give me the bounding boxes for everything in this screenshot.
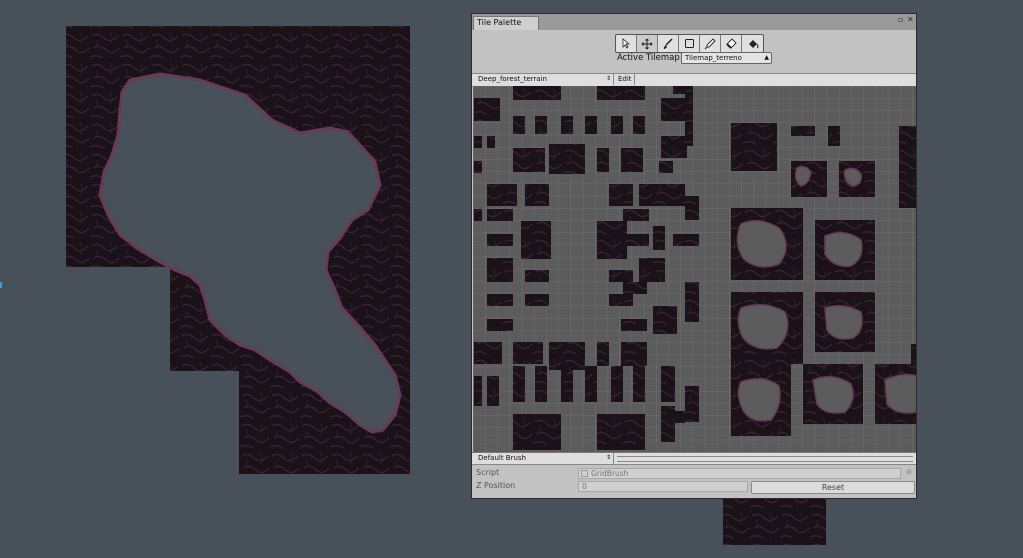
eraser-icon[interactable] — [721, 35, 742, 52]
maximize-icon[interactable]: ▫ — [898, 15, 903, 24]
brush-dropdown[interactable]: Default Brush ⇕ — [473, 453, 614, 464]
window-tab[interactable]: Tile Palette — [473, 16, 539, 30]
palette-name: Deep_forest_terrain — [478, 75, 547, 83]
tile-grid[interactable] — [473, 86, 916, 452]
dropdown-arrow-icon: ▲ — [764, 54, 769, 61]
title-bar: Tile Palette ▫ ✕ — [472, 14, 916, 30]
script-field[interactable]: GridBrush — [578, 468, 901, 479]
select-tool-icon[interactable] — [616, 35, 637, 52]
dropdown-arrow-icon: ⇕ — [605, 454, 611, 461]
paint-brush-icon[interactable] — [658, 35, 679, 52]
flood-fill-icon[interactable] — [742, 35, 763, 52]
active-tilemap-row: Active Tilemap Tilemap_terreno ▲ — [472, 52, 916, 66]
window-title: Tile Palette — [477, 18, 522, 27]
z-position-label: Z Position — [476, 481, 516, 490]
scene-marker — [0, 282, 2, 288]
tile-palette-window[interactable]: Tile Palette ▫ ✕ Active Tilemap Tilemap_… — [471, 13, 917, 499]
brush-name: Default Brush — [478, 454, 527, 462]
edit-label: Edit — [618, 75, 632, 83]
eyedropper-icon[interactable] — [700, 35, 721, 52]
z-position-field[interactable]: 0 — [578, 481, 748, 492]
palette-dropdown[interactable]: Deep_forest_terrain ⇕ — [473, 74, 614, 85]
reset-label: Reset — [821, 483, 845, 492]
script-checkbox-icon — [581, 470, 588, 477]
terrain-tilemap — [66, 26, 410, 474]
active-tilemap-value: Tilemap_terreno — [685, 54, 742, 62]
terrain-tile-fragment — [723, 496, 826, 545]
close-icon[interactable]: ✕ — [907, 15, 914, 24]
brush-bar: Default Brush ⇕ — [472, 452, 916, 465]
palette-bar: Deep_forest_terrain ⇕ Edit — [472, 73, 916, 87]
tile-palette-grid[interactable] — [473, 86, 916, 452]
resize-handle[interactable] — [617, 456, 913, 462]
script-value: GridBrush — [591, 469, 629, 478]
box-fill-icon[interactable] — [679, 35, 700, 52]
tool-bar — [615, 34, 764, 53]
dropdown-arrow-icon: ⇕ — [605, 75, 611, 82]
z-position-value: 0 — [582, 482, 587, 491]
move-tool-icon[interactable] — [637, 35, 658, 52]
edit-button[interactable]: Edit — [615, 74, 635, 85]
reset-button[interactable]: Reset — [751, 481, 915, 494]
object-picker-icon[interactable]: ⊙ — [906, 468, 912, 476]
active-tilemap-label: Active Tilemap — [617, 53, 680, 63]
script-label: Script — [476, 468, 500, 477]
active-tilemap-dropdown[interactable]: Tilemap_terreno ▲ — [681, 52, 772, 64]
